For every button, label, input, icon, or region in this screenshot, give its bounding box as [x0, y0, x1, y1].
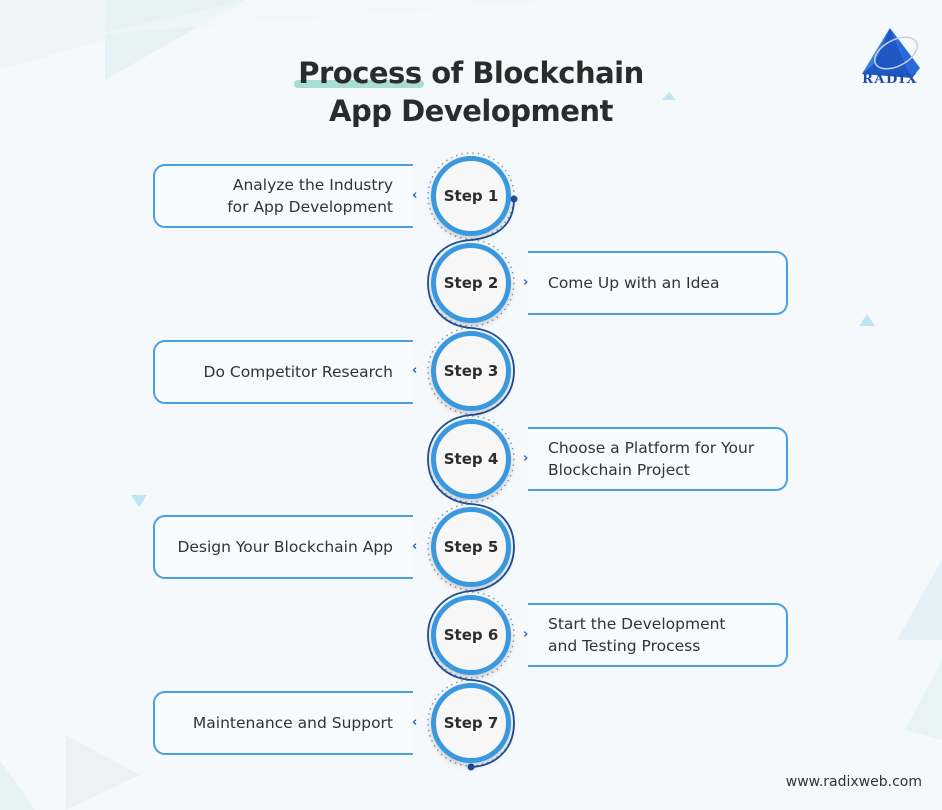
chevron-left-icon: ‹ — [412, 715, 418, 730]
connector-dot-end — [467, 763, 475, 771]
step-4-card: Choose a Platform for Your Blockchain Pro… — [528, 427, 788, 491]
chevron-left-icon: ‹ — [412, 188, 418, 203]
step-1-badge: Step 1 — [431, 156, 511, 236]
step-2-badge: Step 2 — [431, 243, 511, 323]
step-3-badge: Step 3 — [431, 331, 511, 411]
chevron-left-icon: ‹ — [412, 363, 418, 378]
step-6-card: Start the Development and Testing Process — [528, 603, 788, 667]
step-6-badge: Step 6 — [431, 595, 511, 675]
step-3-card: Do Competitor Research — [153, 340, 413, 404]
connector-dot-start — [510, 195, 518, 203]
chevron-left-icon: ‹ — [412, 539, 418, 554]
step-2-card: Come Up with an Idea — [528, 251, 788, 315]
step-1-card: Analyze the Industry for App Development — [153, 164, 413, 228]
website-url: www.radixweb.com — [785, 774, 922, 790]
step-7-badge: Step 7 — [431, 683, 511, 763]
step-4-badge: Step 4 — [431, 419, 511, 499]
step-7-card: Maintenance and Support — [153, 691, 413, 755]
step-5-card: Design Your Blockchain App — [153, 515, 413, 579]
step-5-badge: Step 5 — [431, 507, 511, 587]
